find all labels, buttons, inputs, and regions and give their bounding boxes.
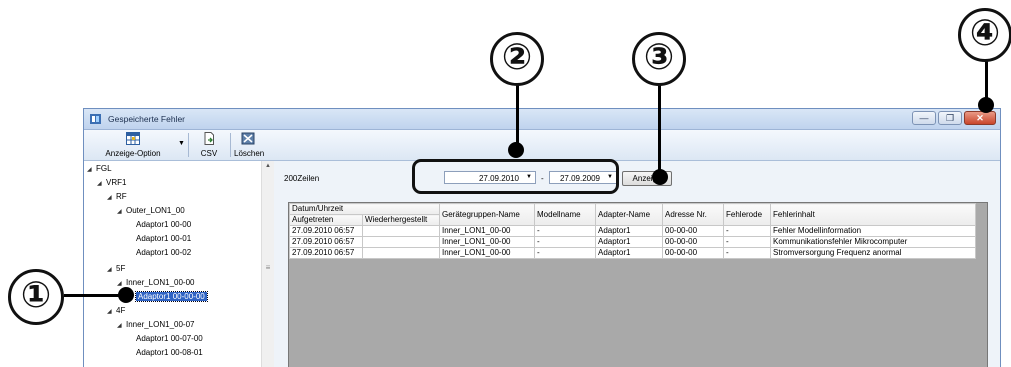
callout-dot (652, 169, 668, 185)
csv-button[interactable]: CSV (198, 132, 220, 158)
callout-leader-line (516, 80, 519, 150)
callout-dot (508, 142, 524, 158)
table-cell: Fehler Modellinformation (770, 225, 976, 237)
table-cell: Adaptor1 (595, 247, 663, 259)
table-cell: - (723, 236, 771, 248)
grid-settings-icon (126, 132, 140, 145)
table-cell: Inner_LON1_00-00 (439, 247, 535, 259)
delete-button[interactable]: Löschen (234, 132, 265, 158)
callout-1: ① (8, 269, 64, 325)
error-log-window: Gespeicherte Fehler — ❐ ✕ Anzeige-Option… (83, 108, 1001, 367)
tree-item-vrf1[interactable]: ◢ VRF1 (97, 177, 126, 188)
tree-item-fgl[interactable]: ◢ FGL (87, 163, 112, 174)
column-group-header: Datum/Uhrzeit (289, 203, 440, 215)
display-option-button[interactable]: Anzeige-Option (92, 132, 174, 158)
restore-icon: ❐ (945, 113, 955, 123)
tree-item-outer-lon1-00[interactable]: ◢ Outer_LON1_00 (117, 205, 185, 216)
table-cell: Adaptor1 (595, 225, 663, 237)
column-header[interactable]: Adresse Nr. (662, 203, 724, 226)
callout-4: ④ (958, 8, 1011, 62)
tree-item-rf[interactable]: ◢ RF (107, 191, 127, 202)
expand-arrow-icon[interactable]: ◢ (87, 165, 96, 176)
restore-button[interactable]: ❐ (938, 111, 962, 125)
csv-export-icon (204, 132, 214, 145)
column-header[interactable]: Fehlerode (723, 203, 771, 226)
expand-arrow-icon[interactable]: ◢ (107, 307, 116, 318)
table-cell: Stromversorgung Frequenz anormal (770, 247, 976, 259)
close-icon: ✕ (976, 113, 984, 123)
chevron-down-icon[interactable]: ▼ (178, 140, 185, 147)
tree-item-adaptor1-00-08-01[interactable]: Adaptor1 00-08-01 (136, 347, 203, 358)
table-cell: - (723, 225, 771, 237)
table-cell: Kommunikationsfehler Mikrocomputer (770, 236, 976, 248)
table-cell: 27.09.2010 06:57 (289, 225, 363, 237)
tree-item-4f[interactable]: ◢ 4F (107, 305, 125, 316)
column-header[interactable]: Aufgetreten (289, 214, 363, 226)
column-header[interactable]: Fehlerinhalt (770, 203, 976, 226)
callout-leader-line (658, 80, 661, 175)
scroll-up-icon[interactable]: ▲ (262, 163, 274, 169)
tree-item-adaptor1-00-07-00[interactable]: Adaptor1 00-07-00 (136, 333, 203, 344)
window-title: Gespeicherte Fehler (108, 114, 186, 124)
table-cell: 27.09.2010 06:57 (289, 247, 363, 259)
table-cell: Adaptor1 (595, 236, 663, 248)
expand-arrow-icon[interactable]: ◢ (107, 193, 116, 204)
title-bar[interactable]: Gespeicherte Fehler — ❐ ✕ (84, 109, 1000, 130)
table-cell: 27.09.2010 06:57 (289, 236, 363, 248)
minimize-button[interactable]: — (912, 111, 936, 125)
tree-item-adaptor1-00-02[interactable]: Adaptor1 00-02 (136, 247, 191, 258)
close-button[interactable]: ✕ (964, 111, 996, 125)
table-cell: 00-00-00 (662, 247, 724, 259)
error-grid: Datum/Uhrzeit Gerätegruppen-Name Modelln… (288, 202, 988, 367)
table-cell: Inner_LON1_00-00 (439, 225, 535, 237)
callout-2: ② (490, 32, 544, 86)
table-cell: Inner_LON1_00-00 (439, 236, 535, 248)
main-panel: 200Zeilen 27.09.2010 ▼ - 27.09.2009 ▼ Anze… (274, 161, 1000, 367)
rows-count-label: 200Zeilen (284, 174, 320, 183)
tree-item-5f[interactable]: ◢ 5F (107, 263, 125, 274)
table-cell: - (723, 247, 771, 259)
date-range-highlight (412, 159, 619, 194)
table-cell (362, 236, 440, 248)
expand-arrow-icon[interactable]: ◢ (107, 265, 116, 276)
tree-item-inner-lon1-00-07[interactable]: ◢ Inner_LON1_00-07 (117, 319, 195, 330)
error-table: Datum/Uhrzeit Gerätegruppen-Name Modelln… (289, 203, 976, 259)
table-row[interactable]: 27.09.2010 06:57 Inner_LON1_00-00- Adaptor… (289, 247, 976, 259)
table-row[interactable]: 27.09.2010 06:57 Inner_LON1_00-00- Adaptor… (289, 236, 976, 248)
minimize-icon: — (919, 113, 929, 123)
scroll-grip-icon[interactable]: ≡ (262, 263, 274, 272)
column-header[interactable]: Modellname (534, 203, 596, 226)
toolbar-divider (230, 133, 231, 157)
column-header[interactable]: Wiederhergestellt (362, 214, 440, 226)
table-cell: - (534, 225, 596, 237)
tree-item-inner-lon1-00-00[interactable]: ◢ Inner_LON1_00-00 (117, 277, 195, 288)
column-header[interactable]: Adapter-Name (595, 203, 663, 226)
table-cell (362, 247, 440, 259)
tree-item-adaptor1-00-00-00[interactable]: Adaptor1 00-00-00 (135, 291, 208, 302)
table-cell: - (534, 247, 596, 259)
delete-icon (241, 132, 255, 145)
expand-arrow-icon[interactable]: ◢ (97, 179, 106, 190)
display-option-label: Anzeige-Option (105, 149, 161, 158)
csv-label: CSV (200, 149, 218, 158)
expand-arrow-icon[interactable]: ◢ (117, 321, 126, 332)
device-tree: ◢ FGL ◢ VRF1 ◢ RF ◢ Outer_LON1_00 Adaptor1 0… (84, 161, 274, 367)
tree-scrollbar[interactable]: ▲ ≡ (261, 161, 274, 367)
table-cell: - (534, 236, 596, 248)
delete-label: Löschen (234, 149, 265, 158)
table-cell: 00-00-00 (662, 225, 724, 237)
toolbar: Anzeige-Option ▼ CSV Löschen (84, 130, 1000, 161)
tree-item-adaptor1-00-01[interactable]: Adaptor1 00-01 (136, 233, 191, 244)
table-row[interactable]: 27.09.2010 06:57 Inner_LON1_00-00- Adaptor… (289, 225, 976, 237)
callout-dot (978, 97, 994, 113)
table-cell (362, 225, 440, 237)
expand-arrow-icon[interactable]: ◢ (117, 207, 126, 218)
app-icon (90, 114, 101, 124)
table-cell: 00-00-00 (662, 236, 724, 248)
callout-dot (118, 287, 134, 303)
toolbar-divider (188, 133, 189, 157)
callout-3: ③ (632, 32, 686, 86)
column-header[interactable]: Gerätegruppen-Name (439, 203, 535, 226)
tree-item-adaptor1-00-00[interactable]: Adaptor1 00-00 (136, 219, 191, 230)
